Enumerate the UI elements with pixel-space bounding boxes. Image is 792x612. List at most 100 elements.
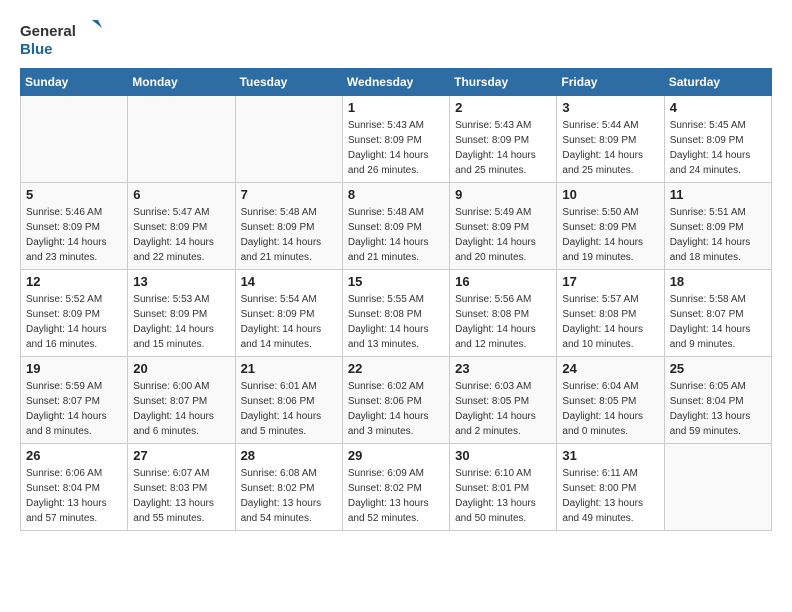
day-info: Sunrise: 5:55 AMSunset: 8:08 PMDaylight:… — [348, 292, 444, 352]
day-info: Sunrise: 6:05 AMSunset: 8:04 PMDaylight:… — [670, 379, 766, 439]
day-number: 1 — [348, 100, 444, 115]
calendar-day-cell: 24 Sunrise: 6:04 AMSunset: 8:05 PMDayligh… — [557, 357, 664, 444]
day-info: Sunrise: 5:51 AMSunset: 8:09 PMDaylight:… — [670, 205, 766, 265]
svg-text:General: General — [20, 23, 76, 40]
calendar-week-row: 19 Sunrise: 5:59 AMSunset: 8:07 PMDayligh… — [21, 357, 772, 444]
calendar-week-row: 26 Sunrise: 6:06 AMSunset: 8:04 PMDayligh… — [21, 444, 772, 531]
calendar-day-cell: 15 Sunrise: 5:55 AMSunset: 8:08 PMDayligh… — [342, 270, 449, 357]
day-number: 29 — [348, 448, 444, 463]
day-info: Sunrise: 5:48 AMSunset: 8:09 PMDaylight:… — [348, 205, 444, 265]
calendar-day-cell — [128, 96, 235, 183]
calendar-day-cell: 3 Sunrise: 5:44 AMSunset: 8:09 PMDaylight… — [557, 96, 664, 183]
day-number: 6 — [133, 187, 229, 202]
calendar-week-row: 1 Sunrise: 5:43 AMSunset: 8:09 PMDaylight… — [21, 96, 772, 183]
calendar-week-row: 5 Sunrise: 5:46 AMSunset: 8:09 PMDaylight… — [21, 183, 772, 270]
calendar-day-cell: 30Sunrise: 6:10 AMSunset: 8:01 PMDayligh… — [450, 444, 557, 531]
calendar-day-cell: 19 Sunrise: 5:59 AMSunset: 8:07 PMDayligh… — [21, 357, 128, 444]
weekday-header-cell: Sunday — [21, 69, 128, 96]
day-number: 12 — [26, 274, 122, 289]
day-number: 19 — [26, 361, 122, 376]
day-info: Sunrise: 5:49 AMSunset: 8:09 PMDaylight:… — [455, 205, 551, 265]
day-number: 30 — [455, 448, 551, 463]
day-info: Sunrise: 6:07 AMSunset: 8:03 PMDaylight:… — [133, 466, 229, 526]
day-info: Sunrise: 6:03 AMSunset: 8:05 PMDaylight:… — [455, 379, 551, 439]
calendar-day-cell: 5 Sunrise: 5:46 AMSunset: 8:09 PMDaylight… — [21, 183, 128, 270]
day-info: Sunrise: 6:06 AMSunset: 8:04 PMDaylight:… — [26, 466, 122, 526]
day-info: Sunrise: 5:44 AMSunset: 8:09 PMDaylight:… — [562, 118, 658, 178]
calendar-day-cell: 12 Sunrise: 5:52 AMSunset: 8:09 PMDayligh… — [21, 270, 128, 357]
day-info: Sunrise: 6:01 AMSunset: 8:06 PMDaylight:… — [241, 379, 337, 439]
calendar-body: 1 Sunrise: 5:43 AMSunset: 8:09 PMDaylight… — [21, 96, 772, 531]
day-number: 8 — [348, 187, 444, 202]
calendar-day-cell: 21 Sunrise: 6:01 AMSunset: 8:06 PMDayligh… — [235, 357, 342, 444]
day-number: 14 — [241, 274, 337, 289]
calendar-week-row: 12 Sunrise: 5:52 AMSunset: 8:09 PMDayligh… — [21, 270, 772, 357]
calendar-day-cell — [21, 96, 128, 183]
calendar-day-cell: 13Sunrise: 5:53 AMSunset: 8:09 PMDayligh… — [128, 270, 235, 357]
calendar-day-cell: 2Sunrise: 5:43 AMSunset: 8:09 PMDaylight… — [450, 96, 557, 183]
weekday-header-cell: Thursday — [450, 69, 557, 96]
day-number: 25 — [670, 361, 766, 376]
day-number: 3 — [562, 100, 658, 115]
calendar-day-cell: 4 Sunrise: 5:45 AMSunset: 8:09 PMDaylight… — [664, 96, 771, 183]
calendar-day-cell: 27 Sunrise: 6:07 AMSunset: 8:03 PMDayligh… — [128, 444, 235, 531]
calendar-day-cell: 22 Sunrise: 6:02 AMSunset: 8:06 PMDayligh… — [342, 357, 449, 444]
day-info: Sunrise: 6:02 AMSunset: 8:06 PMDaylight:… — [348, 379, 444, 439]
day-info: Sunrise: 6:00 AMSunset: 8:07 PMDaylight:… — [133, 379, 229, 439]
calendar-day-cell: 31Sunrise: 6:11 AMSunset: 8:00 PMDayligh… — [557, 444, 664, 531]
day-number: 11 — [670, 187, 766, 202]
day-info: Sunrise: 5:43 AMSunset: 8:09 PMDaylight:… — [348, 118, 444, 178]
calendar-day-cell: 6 Sunrise: 5:47 AMSunset: 8:09 PMDaylight… — [128, 183, 235, 270]
calendar-day-cell: 26 Sunrise: 6:06 AMSunset: 8:04 PMDayligh… — [21, 444, 128, 531]
day-info: Sunrise: 5:52 AMSunset: 8:09 PMDaylight:… — [26, 292, 122, 352]
day-number: 15 — [348, 274, 444, 289]
day-info: Sunrise: 5:45 AMSunset: 8:09 PMDaylight:… — [670, 118, 766, 178]
calendar-table: SundayMondayTuesdayWednesdayThursdayFrid… — [20, 68, 772, 531]
calendar-day-cell: 18Sunrise: 5:58 AMSunset: 8:07 PMDayligh… — [664, 270, 771, 357]
weekday-header-cell: Wednesday — [342, 69, 449, 96]
calendar-day-cell: 9 Sunrise: 5:49 AMSunset: 8:09 PMDaylight… — [450, 183, 557, 270]
weekday-header-cell: Monday — [128, 69, 235, 96]
day-info: Sunrise: 6:08 AMSunset: 8:02 PMDaylight:… — [241, 466, 337, 526]
calendar-day-cell: 23Sunrise: 6:03 AMSunset: 8:05 PMDayligh… — [450, 357, 557, 444]
day-number: 4 — [670, 100, 766, 115]
calendar-day-cell — [664, 444, 771, 531]
calendar-day-cell: 1 Sunrise: 5:43 AMSunset: 8:09 PMDaylight… — [342, 96, 449, 183]
day-number: 2 — [455, 100, 551, 115]
day-info: Sunrise: 5:47 AMSunset: 8:09 PMDaylight:… — [133, 205, 229, 265]
day-number: 18 — [670, 274, 766, 289]
calendar-day-cell: 11 Sunrise: 5:51 AMSunset: 8:09 PMDayligh… — [664, 183, 771, 270]
day-number: 28 — [241, 448, 337, 463]
day-info: Sunrise: 5:48 AMSunset: 8:09 PMDaylight:… — [241, 205, 337, 265]
day-number: 5 — [26, 187, 122, 202]
calendar-day-cell: 7Sunrise: 5:48 AMSunset: 8:09 PMDaylight… — [235, 183, 342, 270]
day-info: Sunrise: 6:09 AMSunset: 8:02 PMDaylight:… — [348, 466, 444, 526]
svg-text:Blue: Blue — [20, 41, 53, 58]
weekday-header-cell: Friday — [557, 69, 664, 96]
day-number: 16 — [455, 274, 551, 289]
calendar-day-cell: 8 Sunrise: 5:48 AMSunset: 8:09 PMDaylight… — [342, 183, 449, 270]
day-number: 10 — [562, 187, 658, 202]
day-number: 22 — [348, 361, 444, 376]
day-info: Sunrise: 5:50 AMSunset: 8:09 PMDaylight:… — [562, 205, 658, 265]
calendar-day-cell: 16Sunrise: 5:56 AMSunset: 8:08 PMDayligh… — [450, 270, 557, 357]
day-info: Sunrise: 5:46 AMSunset: 8:09 PMDaylight:… — [26, 205, 122, 265]
day-number: 27 — [133, 448, 229, 463]
day-info: Sunrise: 5:59 AMSunset: 8:07 PMDaylight:… — [26, 379, 122, 439]
day-info: Sunrise: 5:53 AMSunset: 8:09 PMDaylight:… — [133, 292, 229, 352]
day-info: Sunrise: 6:04 AMSunset: 8:05 PMDaylight:… — [562, 379, 658, 439]
calendar-day-cell: 20Sunrise: 6:00 AMSunset: 8:07 PMDayligh… — [128, 357, 235, 444]
day-number: 24 — [562, 361, 658, 376]
calendar-day-cell: 10 Sunrise: 5:50 AMSunset: 8:09 PMDayligh… — [557, 183, 664, 270]
day-number: 9 — [455, 187, 551, 202]
day-number: 21 — [241, 361, 337, 376]
logo: GeneralBlue — [20, 20, 110, 58]
day-number: 26 — [26, 448, 122, 463]
weekday-header-cell: Tuesday — [235, 69, 342, 96]
calendar-day-cell: 28 Sunrise: 6:08 AMSunset: 8:02 PMDayligh… — [235, 444, 342, 531]
calendar-day-cell: 14Sunrise: 5:54 AMSunset: 8:09 PMDayligh… — [235, 270, 342, 357]
page-header: GeneralBlue — [20, 20, 772, 58]
calendar-day-cell: 17Sunrise: 5:57 AMSunset: 8:08 PMDayligh… — [557, 270, 664, 357]
day-info: Sunrise: 6:11 AMSunset: 8:00 PMDaylight:… — [562, 466, 658, 526]
calendar-day-cell: 29 Sunrise: 6:09 AMSunset: 8:02 PMDayligh… — [342, 444, 449, 531]
